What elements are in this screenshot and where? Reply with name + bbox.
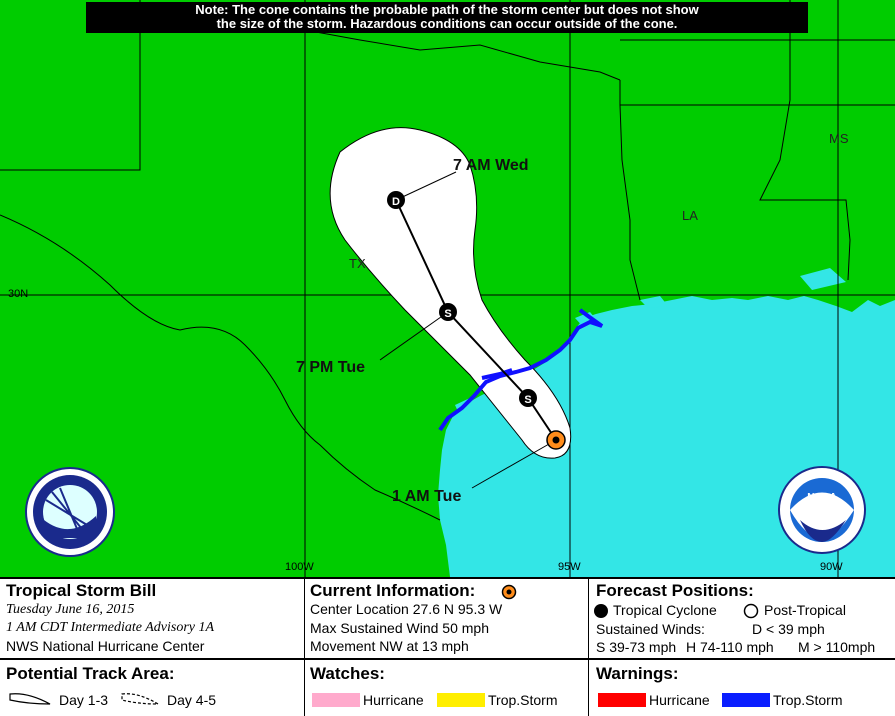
disclaimer-line-1: Note: The cone contains the probable pat… <box>195 2 699 17</box>
post-tropical-label: Post-Tropical <box>764 602 846 618</box>
tropical-cyclone-label: Tropical Cyclone <box>613 602 717 618</box>
tracking-map-page: S S D NOAA Note: The cone contains the p… <box>0 0 895 716</box>
legend-divider <box>0 658 895 660</box>
noaa-logo: NOAA <box>778 466 866 554</box>
current-info-title: Current Information: <box>310 581 476 600</box>
forecast-time-label-1am-tue: 1 AM Tue <box>392 488 462 505</box>
watches-title: Watches: <box>310 664 385 683</box>
cone-disclaimer-banner: Note: The cone contains the probable pat… <box>86 2 808 33</box>
hurricane-watch-label: Hurricane <box>363 692 424 708</box>
legend-column-divider-1 <box>304 579 305 716</box>
trop-storm-warning-swatch <box>722 693 770 707</box>
disclaimer-line-2: the size of the storm. Hazardous conditi… <box>216 16 678 31</box>
advisory-date: Tuesday June 16, 2015 <box>6 602 135 617</box>
day-4-5-label: Day 4-5 <box>167 692 217 708</box>
tropical-cyclone-icon <box>594 604 608 618</box>
svg-text:S: S <box>524 394 531 406</box>
current-position-icon <box>501 584 517 600</box>
sustained-winds-label: Sustained Winds: <box>596 621 705 637</box>
forecast-marker-s-2: S <box>439 303 457 321</box>
wind-category-d: D < 39 mph <box>752 621 825 637</box>
potential-track-title: Potential Track Area: <box>6 664 175 683</box>
svg-text:NOAA: NOAA <box>807 492 836 503</box>
day-1-3-label: Day 1-3 <box>59 692 109 708</box>
current-position-marker <box>546 430 566 450</box>
hurricane-warning-label: Hurricane <box>649 692 710 708</box>
trop-storm-warning-label: Trop.Storm <box>773 692 843 708</box>
storm-movement: Movement NW at 13 mph <box>310 638 469 654</box>
state-label-tx: TX <box>349 256 366 271</box>
center-location: Center Location 27.6 N 95.3 W <box>310 601 503 617</box>
wind-category-m: M > 110mph <box>798 639 876 655</box>
warnings-title: Warnings: <box>596 664 679 683</box>
state-label-la: LA <box>682 208 698 223</box>
trop-storm-watch-swatch <box>437 693 485 707</box>
advisory-number: 1 AM CDT Intermediate Advisory 1A <box>6 620 215 635</box>
issuing-center: NWS National Hurricane Center <box>6 638 205 654</box>
forecast-time-label-7am-wed: 7 AM Wed <box>453 157 529 174</box>
legend-column-divider-2 <box>588 579 589 716</box>
longitude-label-95w: 95W <box>558 561 581 573</box>
forecast-marker-d: D <box>387 191 405 209</box>
max-sustained-wind: Max Sustained Wind 50 mph <box>310 620 489 636</box>
forecast-positions-title: Forecast Positions: <box>596 581 754 600</box>
storm-name: Tropical Storm Bill <box>6 581 157 600</box>
day-1-3-cone-icon <box>9 693 51 705</box>
wind-category-s: S 39-73 mph <box>596 639 677 655</box>
longitude-label-90w: 90W <box>820 561 843 573</box>
hurricane-watch-swatch <box>312 693 360 707</box>
forecast-marker-s-1: S <box>519 389 537 407</box>
hurricane-warning-swatch <box>598 693 646 707</box>
latitude-label-30n: 30N <box>8 288 29 300</box>
forecast-time-label-7pm-tue: 7 PM Tue <box>296 359 366 376</box>
legend-panel: Tropical Storm Bill Tuesday June 16, 201… <box>0 577 895 716</box>
day-4-5-cone-icon <box>121 693 160 705</box>
wind-category-h: H 74-110 mph <box>686 639 774 655</box>
trop-storm-watch-label: Trop.Storm <box>488 692 558 708</box>
nws-logo <box>25 467 115 557</box>
state-label-ms: MS <box>829 131 849 146</box>
svg-text:S: S <box>444 308 451 320</box>
post-tropical-icon <box>743 603 759 619</box>
svg-text:D: D <box>392 196 400 208</box>
longitude-label-100w: 100W <box>285 561 314 573</box>
